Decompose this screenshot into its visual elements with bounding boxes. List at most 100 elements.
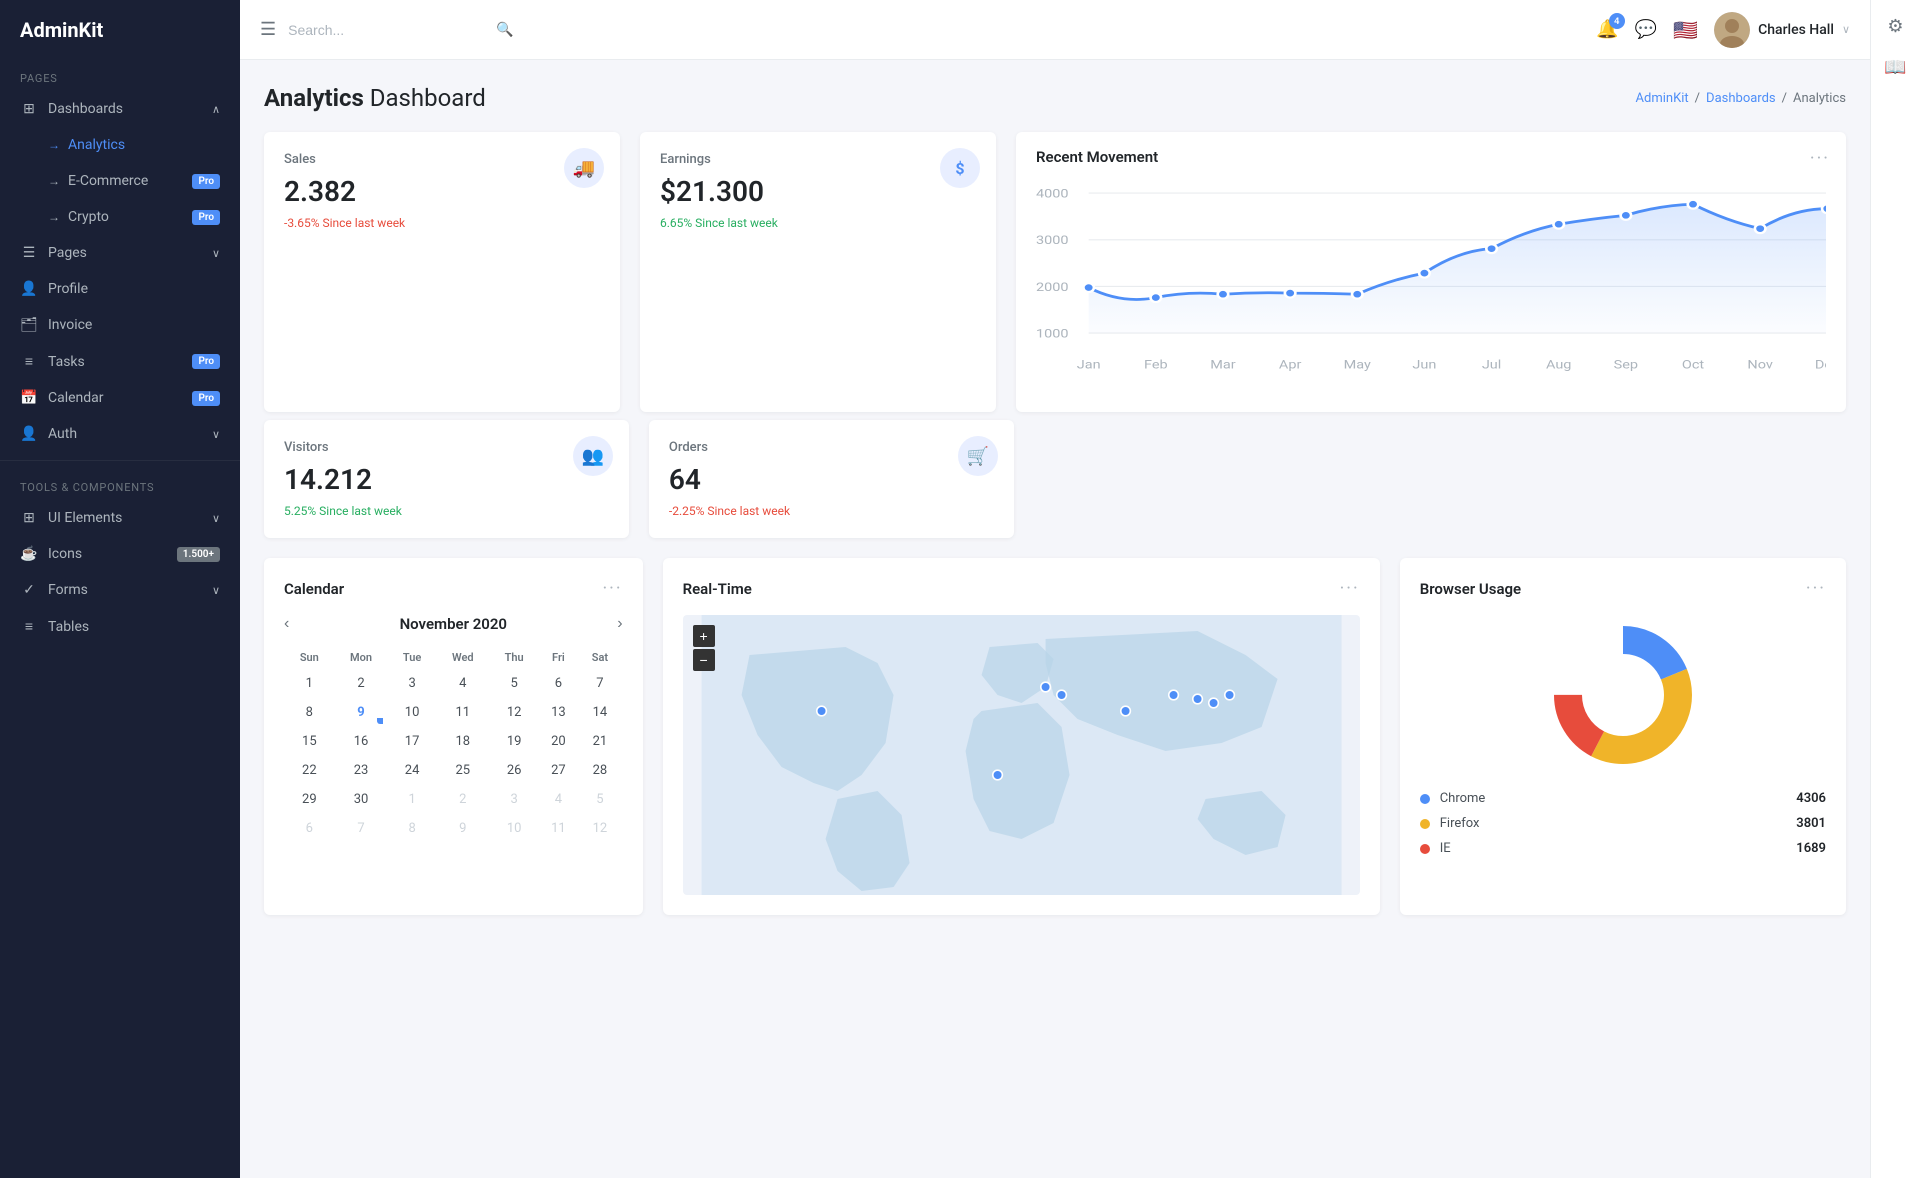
sidebar-item-icons[interactable]: ☕ Icons 1.500+ [0, 536, 240, 572]
sidebar-item-invoice[interactable]: 🗂 Invoice [0, 307, 240, 343]
map-zoom-in-button[interactable]: + [693, 625, 715, 647]
svg-text:3000: 3000 [1036, 234, 1069, 248]
calendar-day[interactable]: 7 [579, 670, 620, 697]
calendar-day[interactable]: 20 [540, 728, 578, 755]
calendar-day[interactable]: 11 [437, 699, 489, 726]
calendar-day[interactable]: 4 [437, 670, 489, 697]
calendar-day[interactable]: 2 [335, 670, 388, 697]
browser-menu-button[interactable]: ··· [1806, 578, 1826, 599]
sidebar-item-auth[interactable]: 👤 Auth ∨ [0, 416, 240, 452]
calendar-day[interactable]: 23 [335, 757, 388, 784]
calendar-day[interactable]: 21 [579, 728, 620, 755]
calendar-day[interactable]: 12 [579, 815, 620, 842]
world-map: + − [683, 615, 1360, 895]
calendar-day[interactable]: 26 [491, 757, 538, 784]
dashboard-icon: ⊞ [20, 101, 38, 117]
calendar-day[interactable]: 25 [437, 757, 489, 784]
calendar-day[interactable]: 3 [491, 786, 538, 813]
calendar-day[interactable]: 8 [389, 815, 434, 842]
sidebar-item-tasks[interactable]: ≡ Tasks Pro [0, 343, 240, 380]
sidebar-item-profile[interactable]: 👤 Profile [0, 271, 240, 307]
app-logo[interactable]: AdminKit [0, 0, 240, 60]
sidebar-item-pages[interactable]: ☰ Pages ∨ [0, 235, 240, 271]
calendar-day[interactable]: 16 [335, 728, 388, 755]
search-container: 🔍 [288, 22, 1584, 38]
firefox-dot [1420, 819, 1430, 829]
calendar-day[interactable]: 7 [335, 815, 388, 842]
svg-text:Jul: Jul [1482, 359, 1501, 373]
calendar-day[interactable]: 1 [389, 786, 434, 813]
sidebar-item-analytics[interactable]: → Analytics [0, 127, 240, 163]
calendar-day[interactable]: 14 [579, 699, 620, 726]
calendar-day[interactable]: 30 [335, 786, 388, 813]
calendar-day[interactable]: 5 [579, 786, 620, 813]
calendar-day[interactable]: 29 [286, 786, 333, 813]
breadcrumb: AdminKit / Dashboards / Analytics [1636, 91, 1846, 106]
chart-header: Recent Movement ··· [1036, 148, 1826, 166]
calendar-day[interactable]: 2 [437, 786, 489, 813]
sales-icon: 🚚 [564, 148, 604, 188]
chevron-down-icon: ∨ [212, 512, 220, 525]
chart-menu-button[interactable]: ··· [1810, 148, 1830, 169]
calendar-day[interactable]: 9 [335, 699, 388, 726]
calendar-day[interactable]: 18 [437, 728, 489, 755]
sidebar-item-ecommerce[interactable]: → E-Commerce Pro [0, 163, 240, 199]
language-flag[interactable]: 🇺🇸 [1673, 18, 1698, 42]
calendar-day[interactable]: 12 [491, 699, 538, 726]
map-zoom-out-button[interactable]: − [693, 649, 715, 671]
calendar-day[interactable]: 19 [491, 728, 538, 755]
calendar-day[interactable]: 28 [579, 757, 620, 784]
messages-button[interactable]: 💬 [1635, 19, 1657, 40]
map-svg [683, 615, 1360, 895]
svg-text:Dec: Dec [1815, 359, 1826, 373]
svg-text:Aug: Aug [1546, 359, 1571, 373]
calendar-day[interactable]: 13 [540, 699, 578, 726]
book-icon[interactable]: 📖 [1884, 57, 1906, 78]
tables-icon: ≡ [20, 618, 38, 635]
avatar [1714, 12, 1750, 48]
arrow-icon: → [48, 210, 60, 224]
calendar-menu-button[interactable]: ··· [602, 578, 622, 599]
breadcrumb-adminkit[interactable]: AdminKit [1636, 91, 1689, 106]
calendar-day[interactable]: 27 [540, 757, 578, 784]
calendar-day[interactable]: 11 [540, 815, 578, 842]
sidebar-item-ui-elements[interactable]: ⊞ UI Elements ∨ [0, 500, 240, 536]
map-dot [1224, 690, 1234, 700]
sidebar-item-calendar[interactable]: 📅 Calendar Pro [0, 380, 240, 416]
calendar-day[interactable]: 1 [286, 670, 333, 697]
sidebar-item-crypto[interactable]: → Crypto Pro [0, 199, 240, 235]
calendar-day[interactable]: 10 [491, 815, 538, 842]
calendar-next-button[interactable]: › [617, 615, 622, 633]
realtime-menu-button[interactable]: ··· [1340, 578, 1360, 599]
calendar-prev-button[interactable]: ‹ [284, 615, 289, 633]
sidebar-item-tables[interactable]: ≡ Tables [0, 608, 240, 645]
icons-icon: ☕ [20, 546, 38, 562]
calendar-day[interactable]: 22 [286, 757, 333, 784]
calendar-day[interactable]: 3 [389, 670, 434, 697]
svg-text:Jan: Jan [1077, 359, 1101, 373]
calendar-day[interactable]: 24 [389, 757, 434, 784]
chrome-dot [1420, 794, 1430, 804]
calendar-day[interactable]: 15 [286, 728, 333, 755]
recent-movement-card: Recent Movement ··· 4000 3000 2000 1000 [1016, 132, 1846, 412]
calendar-day[interactable]: 8 [286, 699, 333, 726]
calendar-day[interactable]: 6 [286, 815, 333, 842]
sidebar-item-forms[interactable]: ✓ Forms ∨ [0, 572, 240, 608]
calendar-day[interactable]: 17 [389, 728, 434, 755]
calendar-day[interactable]: 5 [491, 670, 538, 697]
notifications-button[interactable]: 🔔 4 [1596, 19, 1618, 40]
calendar-day[interactable]: 6 [540, 670, 578, 697]
calendar-day[interactable]: 10 [389, 699, 434, 726]
user-menu[interactable]: Charles Hall ∨ [1714, 12, 1850, 48]
calendar-day[interactable]: 4 [540, 786, 578, 813]
calendar-day[interactable]: 9 [437, 815, 489, 842]
search-input[interactable] [288, 22, 488, 38]
settings-icon[interactable]: ⚙ [1887, 16, 1903, 37]
svg-text:Nov: Nov [1747, 359, 1773, 373]
map-dot [816, 706, 826, 716]
sidebar-item-dashboards[interactable]: ⊞ Dashboards ∧ [0, 91, 240, 127]
sidebar-item-label: Icons [48, 546, 82, 562]
sidebar-section-pages: Pages [0, 60, 240, 91]
breadcrumb-dashboards[interactable]: Dashboards [1706, 91, 1776, 106]
menu-toggle-button[interactable]: ☰ [260, 19, 276, 40]
